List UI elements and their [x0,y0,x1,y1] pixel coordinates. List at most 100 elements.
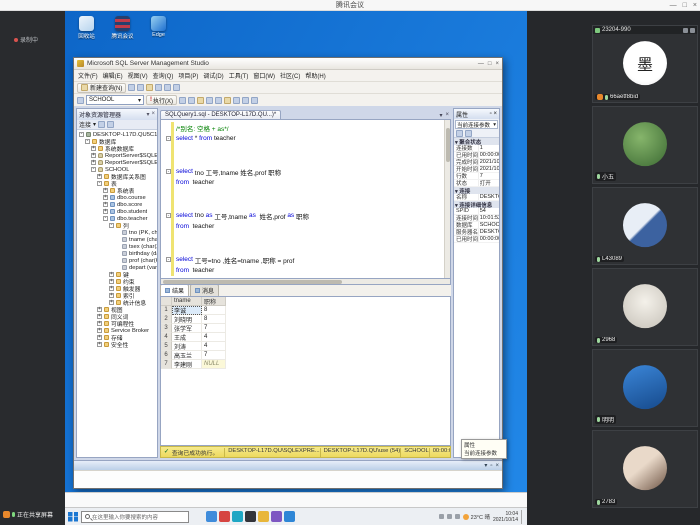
tree-item[interactable]: + dbo.score [77,201,157,208]
taskbar-app-icon[interactable] [258,511,269,522]
taskbar-app-icon[interactable] [271,511,282,522]
ssms-maximize-icon[interactable]: □ [488,61,492,67]
menu-item[interactable]: 调试(D) [203,71,223,80]
cell-tname[interactable]: 刘晓明 [172,315,202,324]
cell-tname[interactable]: 刘涛 [172,342,202,351]
tree-expander-icon[interactable]: - [85,139,90,144]
tree-expander-icon[interactable]: + [97,174,102,179]
tree-expander-icon[interactable] [115,265,120,270]
property-row[interactable]: 行数 7 [454,173,499,180]
cell-value[interactable]: 8 [202,306,226,315]
cancel-query-icon[interactable] [188,97,195,104]
tree-item[interactable]: + dbo.student [77,208,157,215]
tree-item[interactable]: + 同义词 [77,313,157,320]
tree-item[interactable]: + 统计信息 [77,299,157,306]
show-desktop-button[interactable] [521,510,524,524]
close-icon[interactable]: × [493,111,497,117]
participant-tile[interactable]: 2783 [592,430,698,508]
results-to-text-icon[interactable] [215,97,222,104]
tree-expander-icon[interactable]: - [103,216,108,221]
cell-tname[interactable]: 高玉兰 [172,351,202,360]
network-icon[interactable] [447,514,452,519]
tree-item[interactable]: + 数据库关系图 [77,173,157,180]
taskbar-app-icon[interactable] [219,511,230,522]
table-row[interactable]: 5 刘涛 4 [161,342,450,351]
sql-editor[interactable]: /*别名: 空格 + as*/-select * from teacher-se… [160,119,451,279]
taskbar-app-icon[interactable] [206,511,217,522]
row-number[interactable]: 1 [161,306,172,315]
tree-expander-icon[interactable]: + [103,202,108,207]
taskbar-app-icon[interactable] [284,511,295,522]
tree-expander-icon[interactable]: + [91,160,96,165]
tree-expander-icon[interactable]: + [109,300,114,305]
property-row[interactable]: ▾ 连接 [454,187,499,194]
categorize-icon[interactable] [456,130,463,137]
connection-icon[interactable] [77,97,84,104]
menu-item[interactable]: 视图(V) [128,71,148,80]
tree-expander-icon[interactable]: - [79,132,84,137]
tree-item[interactable]: + 约束 [77,278,157,285]
desktop-icon[interactable]: 回收站 [73,16,100,40]
row-number[interactable]: 5 [161,342,172,351]
property-row[interactable]: 已用时间 00:00:00 [454,236,499,243]
participant-tile[interactable]: 23204-990 墨 66aetf8bid [592,25,698,103]
editor-horizontal-scrollbar[interactable] [160,279,451,285]
tree-item[interactable]: - dbo.teacher [77,215,157,222]
cell-tname[interactable]: 张学军 [172,324,202,333]
parse-icon[interactable] [179,97,186,104]
indent-icon[interactable] [242,97,249,104]
menu-item[interactable]: 项目(P) [178,71,198,80]
tree-item[interactable]: + ReportServer$SQLEXPRESS [77,152,157,159]
tree-item[interactable]: - SCHOOL [77,166,157,173]
tree-expander-icon[interactable]: + [97,321,102,326]
tile-pin-icon[interactable] [690,28,695,33]
taskbar-app-icon[interactable] [232,511,243,522]
cell-value[interactable]: 8 [202,315,226,324]
tree-expander-icon[interactable]: + [109,272,114,277]
pin-icon[interactable]: ▫ [490,463,492,469]
column-header[interactable]: tname [172,297,202,306]
menu-item[interactable]: 文件(F) [78,71,98,80]
tree-item[interactable]: + 键 [77,271,157,278]
tree-expander-icon[interactable] [115,251,120,256]
cell-value[interactable]: 4 [202,333,226,342]
cell-tname[interactable]: 李建刚 [172,360,202,369]
tree-item[interactable]: - 列 [77,222,157,229]
taskbar-app-icon[interactable] [245,511,256,522]
property-row[interactable]: ▾ 连接详细信息 [454,201,499,208]
tree-expander-icon[interactable]: + [109,286,114,291]
participant-tile[interactable]: 2968 [592,268,698,346]
tree-item[interactable]: - 数据库 [77,138,157,145]
row-number[interactable]: 3 [161,324,172,333]
comment-icon[interactable] [224,97,231,104]
tree-expander-icon[interactable]: + [109,279,114,284]
property-row[interactable]: 连接时间 10:01:52 [454,215,499,222]
sql-editor-text[interactable]: /*别名: 空格 + as*/-select * from teacher-se… [163,122,442,276]
cut-icon[interactable] [155,84,162,91]
tree-item[interactable]: - DESKTOP-L17D.QU5C1UJ (SQL Server 10.50… [77,131,157,138]
tree-expander-icon[interactable]: + [97,335,102,340]
close-icon[interactable]: × [445,112,449,119]
tree-expander-icon[interactable] [115,258,120,263]
filter-icon[interactable] [107,121,114,128]
desktop-icon[interactable]: 腾讯会议 [109,16,136,40]
taskbar-search[interactable]: 在这里输入你要搜索的内容 [81,511,189,523]
tree-item[interactable]: tsex (char(2), not null) [77,243,157,250]
query-tab[interactable]: SQLQuery1.sql - DESKTOP-L17D.QU...)* [160,110,281,119]
tree-item[interactable]: + 可编程性 [77,320,157,327]
results-to-grid-icon[interactable] [206,97,213,104]
tree-expander-icon[interactable]: + [91,146,96,151]
cell-tname[interactable]: 李诚 [172,306,202,315]
tree-item[interactable]: + 系统数据库 [77,145,157,152]
ssms-minimize-icon[interactable]: — [478,61,484,67]
grid-corner[interactable] [161,297,172,306]
tree-expander-icon[interactable]: + [97,342,102,347]
tree-expander-icon[interactable] [115,244,120,249]
desktop-icon[interactable]: Edge [145,16,172,40]
property-row[interactable]: 数据库 SCHOOL [454,222,499,229]
table-row[interactable]: 6 高玉兰 7 [161,351,450,360]
tree-expander-icon[interactable]: - [109,223,114,228]
tray-arrow-icon[interactable] [439,514,444,519]
table-row[interactable]: 7 李建刚 NULL [161,360,450,369]
tree-item[interactable]: + ReportServer$SQLEXPRESSTempDB [77,159,157,166]
